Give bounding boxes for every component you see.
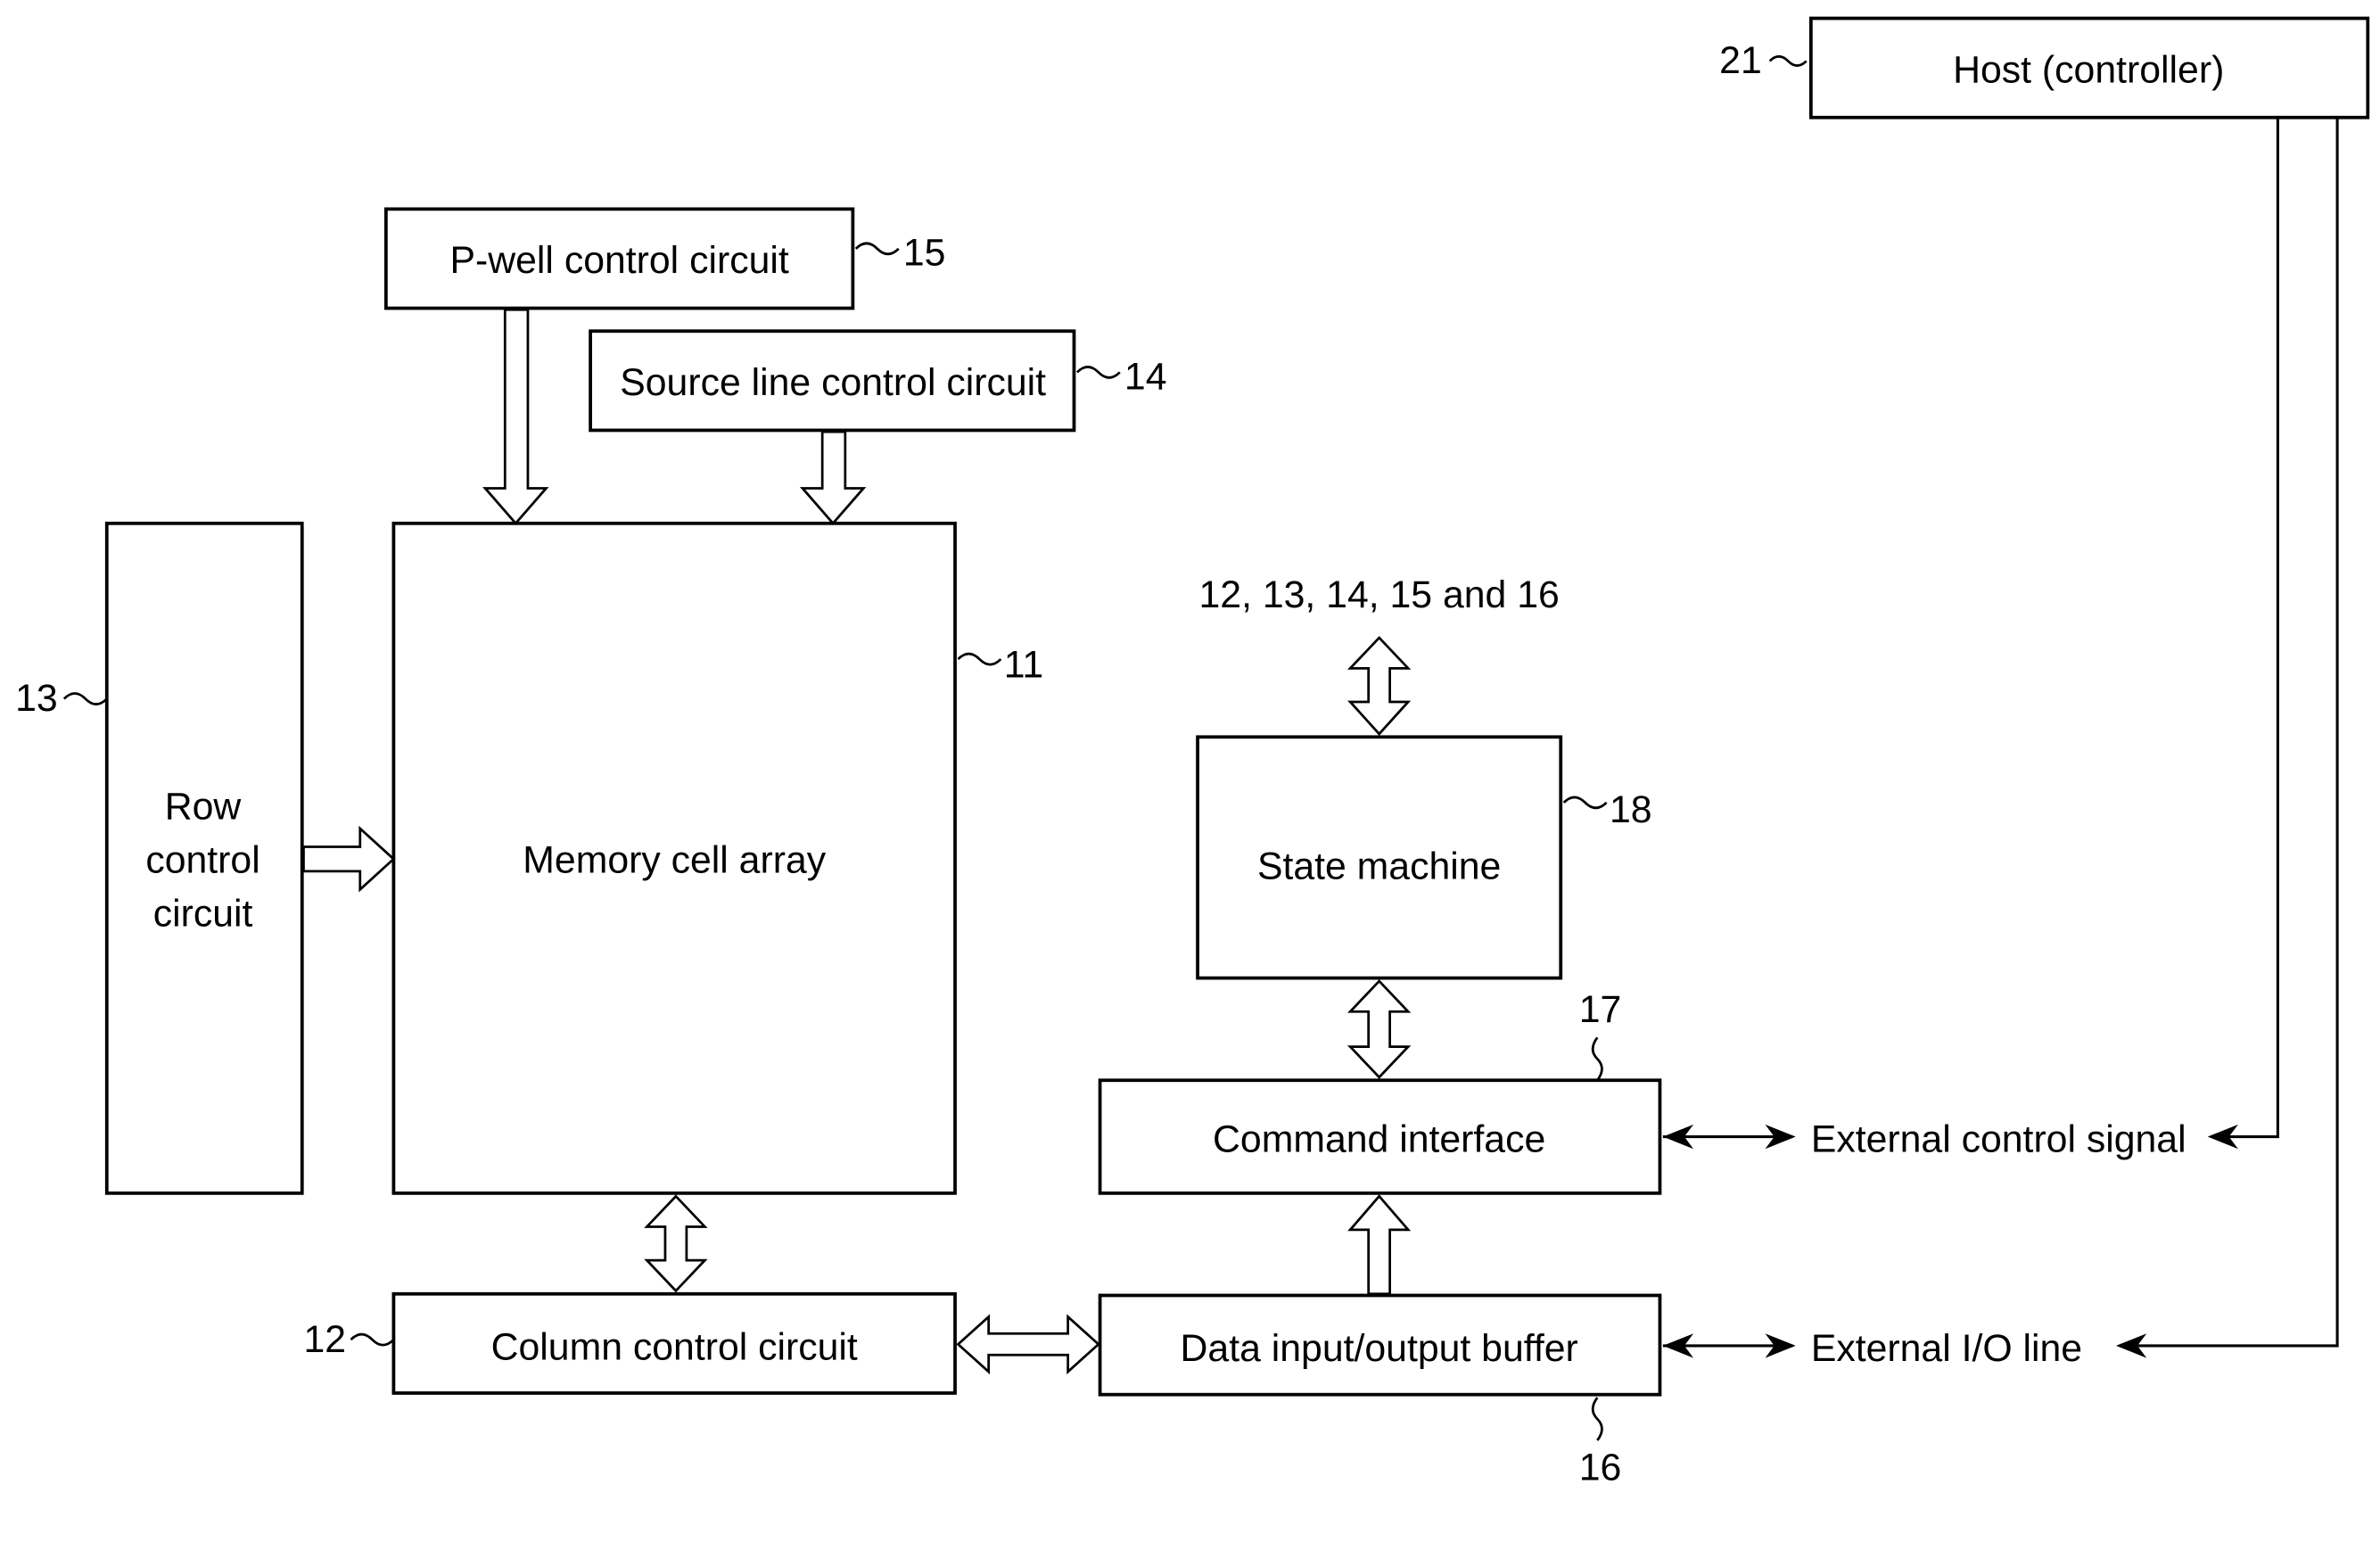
host-ref-number: 21: [1719, 39, 1762, 82]
command-interface-block: Command interface: [1098, 1078, 1662, 1195]
leader-tilde-icon: [1768, 54, 1808, 67]
memory-cell-array-label: Memory cell array: [523, 839, 826, 882]
row-control-ref-number: 13: [15, 677, 58, 720]
memory-cell-array-block: Memory cell array: [391, 521, 957, 1195]
source-line-control-block: Source line control circuit: [589, 329, 1076, 433]
memory-cell-array-ref: 11: [957, 644, 1043, 687]
row-control-label-line-2: control: [145, 839, 259, 882]
pwell-control-ref: 15: [854, 232, 946, 275]
row-control-ref: 13: [15, 677, 108, 720]
pwell-control-ref-number: 15: [903, 232, 946, 275]
bus-arrow-statemachine-targets-icon: [1346, 636, 1412, 736]
column-control-ref-number: 12: [303, 1318, 346, 1361]
leader-tilde-icon: [957, 652, 1002, 666]
leader-tilde-icon: [62, 692, 108, 705]
bus-arrow-column-databuffer-icon: [956, 1314, 1100, 1375]
column-control-block: Column control circuit: [391, 1291, 957, 1395]
state-machine-ref-number: 18: [1610, 788, 1652, 831]
command-interface-ref: 17: [1579, 988, 1622, 1082]
data-io-buffer-ref-number: 16: [1579, 1446, 1622, 1489]
leader-tilde-icon: [1591, 1397, 1603, 1441]
state-machine-ref: 18: [1562, 788, 1652, 831]
bus-arrow-array-column-icon: [644, 1194, 708, 1293]
bus-arrow-sourceline-to-array-icon: [799, 430, 867, 525]
data-io-buffer-ref: 16: [1579, 1397, 1622, 1489]
host-ref: 21: [1719, 39, 1808, 82]
pwell-control-block: P-well control circuit: [383, 207, 855, 310]
source-line-control-ref-number: 14: [1124, 355, 1167, 398]
bus-arrow-databuffer-to-command-icon: [1347, 1194, 1412, 1296]
column-control-ref: 12: [303, 1318, 395, 1361]
row-control-label-line-3: circuit: [153, 892, 253, 935]
bus-arrow-command-statemachine-icon: [1346, 979, 1412, 1079]
data-io-buffer-block: Data input/output buffer: [1098, 1293, 1662, 1397]
leader-tilde-icon: [1075, 366, 1121, 379]
memory-cell-array-ref-number: 11: [1004, 644, 1043, 687]
host-label: Host (controller): [1953, 48, 2224, 91]
block-diagram: Host (controller) 21 P-well control circ…: [15, 16, 2370, 1489]
external-io-line-label: External I/O line: [1811, 1327, 2082, 1370]
state-machine-label: State machine: [1257, 845, 1501, 887]
state-machine-block: State machine: [1196, 735, 1563, 980]
column-control-label: Column control circuit: [491, 1325, 858, 1368]
command-interface-label: Command interface: [1213, 1118, 1545, 1161]
host-control-wire: [2207, 119, 2279, 1150]
command-interface-ref-number: 17: [1579, 988, 1622, 1031]
row-control-label-line-1: Row: [165, 786, 242, 829]
external-io-connection: External I/O line: [1662, 1327, 2082, 1370]
state-machine-targets-label: 12, 13, 14, 15 and 16: [1199, 573, 1560, 616]
pwell-control-label: P-well control circuit: [450, 239, 789, 282]
leader-tilde-icon: [1562, 796, 1608, 810]
leader-tilde-icon: [854, 242, 900, 256]
data-io-buffer-label: Data input/output buffer: [1181, 1327, 1578, 1370]
external-control-connection: External control signal: [1662, 1118, 2186, 1161]
host-block: Host (controller): [1808, 16, 2370, 120]
source-line-control-label: Source line control circuit: [620, 361, 1046, 404]
leader-tilde-icon: [350, 1332, 395, 1347]
bus-arrow-pwell-to-array-icon: [482, 308, 549, 525]
source-line-control-ref: 14: [1075, 355, 1167, 398]
row-control-block: Row control circuit: [104, 521, 304, 1195]
external-control-signal-label: External control signal: [1811, 1118, 2186, 1161]
bus-arrow-row-to-array-icon: [302, 825, 396, 893]
leader-tilde-icon: [1591, 1036, 1603, 1082]
host-io-wire: [2116, 119, 2339, 1358]
